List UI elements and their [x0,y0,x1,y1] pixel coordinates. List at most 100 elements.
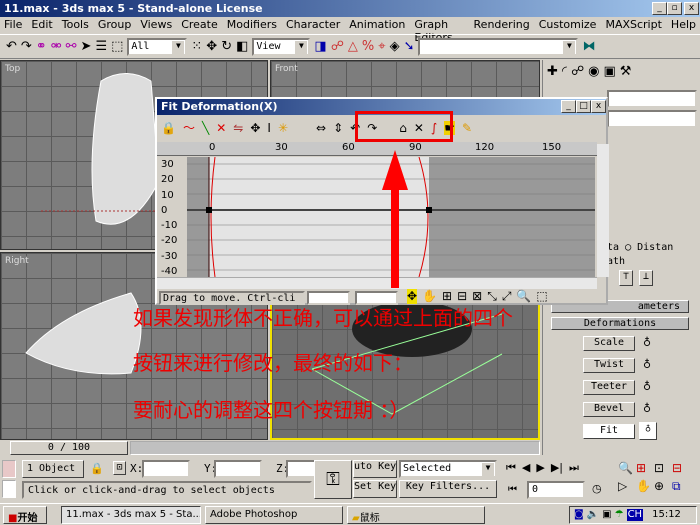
display-x-axis-icon[interactable]: 〜 [183,119,195,136]
select-icon[interactable]: ➤ [81,39,92,54]
next-frame-icon[interactable]: ▶| [551,461,563,475]
display-y-axis-icon[interactable]: ╲ [202,121,209,135]
set-key-toggle-icon[interactable]: ⚿ [314,460,352,499]
move-icon[interactable]: ✥ [206,39,217,54]
play-icon[interactable]: ▶ [536,461,544,475]
named-selection-dropdown[interactable] [418,37,579,56]
motion-tab-icon[interactable]: ◉ [588,64,599,79]
pin-up-icon[interactable]: ⊥ [639,270,653,286]
scale-icon[interactable]: ◧ [236,39,248,54]
hierarchy-tab-icon[interactable]: ☍ [571,64,584,79]
dialog-minimize-button[interactable]: _ [561,100,576,113]
menu-help[interactable]: Help [671,18,696,33]
region-select-icon[interactable]: ⬚ [111,39,123,54]
start-button[interactable]: ■开始 [3,505,47,524]
angle-snap-icon[interactable]: △ [348,39,358,54]
maximize-viewport-icon[interactable]: ⧉ [672,479,690,494]
named-selection-icon[interactable]: ➘ [404,39,415,54]
link-icon[interactable]: ⚭ [36,39,47,54]
deformations-rollout[interactable]: Deformations [551,317,689,330]
fit-button[interactable]: Fit [583,424,635,439]
snap-icon[interactable]: ☍ [331,39,344,54]
pin-down-icon[interactable]: ⊤ [619,270,633,286]
move-control-point-icon[interactable]: ✥ [250,121,260,135]
edit-named-selection-icon[interactable]: ◈ [390,39,400,54]
zoom-icon[interactable]: 🔍 [516,289,531,304]
menu-group[interactable]: Group [98,18,132,33]
taskbar-item-folder[interactable]: ▰鼠标 [347,505,485,524]
select-by-name-icon[interactable]: ☰ [95,39,107,54]
twist-button[interactable]: Twist [583,358,635,373]
scale-button[interactable]: Scale [583,336,635,351]
dialog-close-button[interactable]: x [591,100,606,113]
menu-character[interactable]: Character [286,18,340,33]
key-mode-dropdown[interactable]: Selected [399,460,497,478]
input-language-icon[interactable]: CH [626,508,644,521]
create-tab-icon[interactable]: ✚ [547,64,558,79]
horizontal-scrollbar[interactable] [157,277,597,289]
unlink-icon[interactable]: ⚮ [51,39,62,54]
pivot-icon[interactable]: ◨ [314,39,326,54]
time-track[interactable] [130,441,540,455]
reference-coord-dropdown[interactable]: View [252,37,311,56]
twist-toggle-bulb-icon[interactable]: ♁ [643,358,651,371]
zoom-extents-all-icon[interactable]: ⊟ [672,461,690,475]
zoom-region-icon[interactable]: ⬚ [536,289,547,304]
scale-control-point-icon[interactable]: Ι [267,121,271,135]
umbrella-icon[interactable]: ☂ [615,509,624,521]
control-point[interactable] [426,207,432,213]
menu-customize[interactable]: Customize [539,18,597,33]
menu-animation[interactable]: Animation [349,18,405,33]
display-tab-icon[interactable]: ▣ [603,64,615,79]
fit-toggle-bulb-icon[interactable]: ♁ [639,422,657,440]
menu-edit[interactable]: Edit [31,18,52,33]
mirror-icon[interactable]: ⧓ [582,39,595,54]
absolute-mode-icon[interactable]: ⊡ [113,461,126,475]
field-of-view-icon[interactable]: ▷ [618,479,636,494]
current-frame-field[interactable]: 0 [527,481,585,499]
z-coord-field[interactable] [286,460,316,478]
selection-lock-icon[interactable]: 🔒 [90,462,104,475]
teeter-toggle-bulb-icon[interactable]: ♁ [643,380,651,393]
control-point[interactable] [206,207,212,213]
menu-file[interactable]: File [4,18,22,33]
zoom-icon[interactable]: 🔍 [618,461,636,475]
vertical-scrollbar[interactable] [597,144,609,277]
network-icon[interactable]: ◙ [574,509,584,521]
menu-rendering[interactable]: Rendering [474,18,530,33]
volume-icon[interactable]: 🔈 [587,509,599,521]
bevel-button[interactable]: Bevel [583,402,635,417]
teeter-button[interactable]: Teeter [583,380,635,395]
zoom-all-icon[interactable]: ⊞ [636,461,654,475]
scale-toggle-bulb-icon[interactable]: ♁ [643,336,651,349]
close-button[interactable]: x [684,2,699,15]
minimize-button[interactable]: _ [652,2,667,15]
taskbar-item-3dsmax[interactable]: 11.max - 3ds max 5 - Sta... [61,505,201,524]
make-symmetrical-icon[interactable]: 🔒 [161,121,176,135]
menu-graph-editors[interactable]: Graph Editors [414,18,464,44]
previous-frame-icon[interactable]: ◀ [522,461,530,475]
object-name-field[interactable] [607,90,697,108]
spinner-snap-icon[interactable]: ⌖ [378,39,385,54]
time-config-icon[interactable]: ◷ [592,482,602,495]
window-crossing-icon[interactable]: ⁙ [191,39,202,54]
dialog-maximize-button[interactable]: □ [576,100,591,113]
selection-filter-dropdown[interactable]: All [127,37,188,56]
menu-tools[interactable]: Tools [62,18,89,33]
mirror-horizontally-icon[interactable]: ⇔ [316,121,326,135]
viewport-label[interactable]: Front [275,64,298,74]
percent-snap-icon[interactable]: % [362,39,374,54]
go-to-start-icon[interactable]: ⏮ [506,461,516,475]
y-coord-field[interactable] [214,460,262,478]
menu-create[interactable]: Create [181,18,218,33]
display-icon[interactable]: ▣ [602,509,611,521]
maxscript-listener-pink[interactable] [2,460,16,478]
utilities-tab-icon[interactable]: ⚒ [620,64,632,79]
go-to-end-icon[interactable]: ⏭ [569,461,579,475]
pan-icon[interactable]: ✋ [636,479,654,494]
menu-modifiers[interactable]: Modifiers [227,18,277,33]
menu-maxscript[interactable]: MAXScript [605,18,661,33]
bevel-toggle-bulb-icon[interactable]: ♁ [643,402,651,415]
set-key-button[interactable]: Set Key [353,480,397,498]
auto-key-button[interactable]: uto Key [353,460,397,478]
